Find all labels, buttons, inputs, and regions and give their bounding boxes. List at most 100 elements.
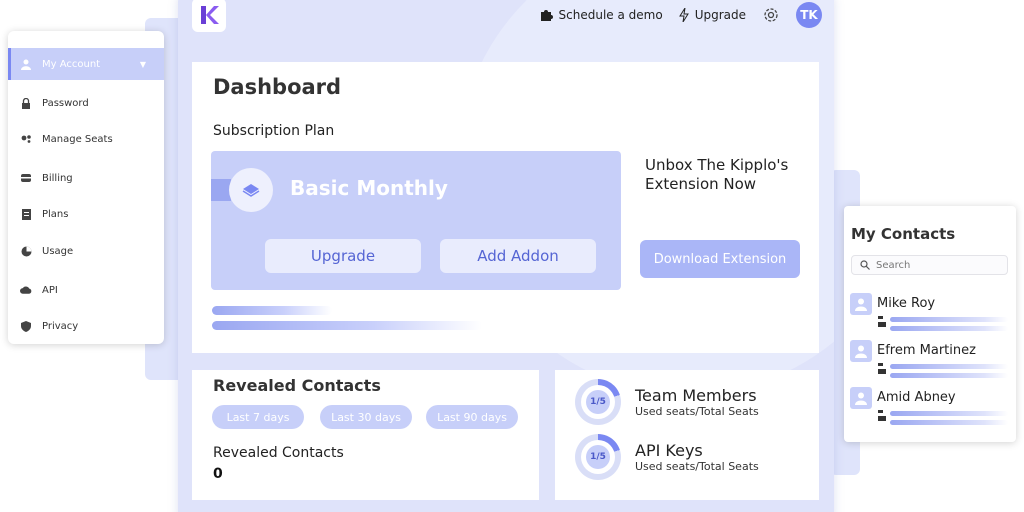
contact-detail-placeholder — [890, 317, 1008, 322]
dashboard-card: Dashboard Subscription Plan Basic Monthl… — [192, 62, 819, 353]
mail-icon — [878, 416, 886, 421]
api-keys-stat: 1/5 API Keys Used seats/Total Seats — [575, 434, 759, 480]
schedule-demo-label: Schedule a demo — [558, 8, 663, 22]
user-avatar[interactable]: TK — [796, 2, 822, 28]
revealed-count-label: Revealed Contacts — [213, 445, 344, 461]
contact-meta-icons — [878, 316, 887, 327]
contact-detail-placeholder — [890, 326, 1008, 331]
billing-icon — [20, 172, 32, 184]
revealed-count-value: 0 — [213, 466, 223, 482]
sidebar-item-label: Usage — [42, 245, 74, 257]
top-bar: Schedule a demo Upgrade TK — [539, 0, 822, 30]
contact-detail-placeholder — [890, 411, 1008, 416]
contact-item[interactable]: Mike Roy — [850, 293, 1010, 335]
contact-item[interactable]: Efrem Martinez — [850, 340, 1010, 382]
sidebar-item-billing[interactable]: Billing — [8, 162, 164, 194]
plan-name: Basic Monthly — [290, 176, 448, 200]
team-members-ring: 1/5 — [575, 379, 621, 425]
app-window: Schedule a demo Upgrade TK Dashboard Sub… — [178, 0, 834, 512]
my-contacts-panel: My Contacts Search Mike Roy Efrem Martin… — [844, 206, 1016, 442]
contact-meta-icons — [878, 363, 887, 374]
cloud-icon — [20, 284, 32, 296]
sidebar-item-password[interactable]: Password — [8, 87, 164, 119]
upgrade-label: Upgrade — [694, 8, 746, 22]
contact-detail-placeholder — [890, 364, 1008, 369]
contacts-title: My Contacts — [851, 225, 956, 243]
loading-placeholder-bar — [212, 306, 332, 315]
lightning-icon — [678, 8, 689, 22]
loading-placeholder-bar — [212, 321, 482, 330]
account-menu: My Account ▼ Password Manage Seats Billi… — [8, 31, 164, 344]
sidebar-item-label: Password — [42, 97, 89, 109]
sidebar-item-manage-seats[interactable]: Manage Seats — [8, 123, 164, 155]
add-addon-button[interactable]: Add Addon — [440, 239, 596, 273]
page-title: Dashboard — [213, 75, 342, 99]
api-keys-ring: 1/5 — [575, 434, 621, 480]
contact-detail-placeholder — [890, 373, 1008, 378]
api-keys-title: API Keys — [635, 440, 703, 460]
lock-icon — [20, 97, 32, 109]
upgrade-plan-button[interactable]: Upgrade — [265, 239, 421, 273]
user-icon — [20, 58, 32, 70]
team-members-subtitle: Used seats/Total Seats — [635, 404, 759, 418]
upgrade-link[interactable]: Upgrade — [678, 8, 746, 22]
download-extension-button[interactable]: Download Extension — [640, 240, 800, 278]
revealed-contacts-title: Revealed Contacts — [213, 376, 381, 395]
kipplo-logo-icon — [201, 6, 219, 24]
filter-last-30-days[interactable]: Last 30 days — [320, 405, 412, 429]
contact-avatar-icon — [850, 340, 872, 362]
sidebar-item-usage[interactable]: Usage — [8, 235, 164, 267]
sidebar-item-label: Plans — [42, 208, 69, 220]
contacts-search-input[interactable]: Search — [851, 255, 1008, 275]
sidebar-item-label: Billing — [42, 172, 73, 184]
seats-icon — [20, 133, 32, 145]
shield-icon — [20, 320, 32, 332]
plan-box: Basic Monthly Upgrade Add Addon — [211, 151, 621, 290]
contact-meta-icons — [878, 410, 887, 421]
filter-last-7-days[interactable]: Last 7 days — [212, 405, 304, 429]
sidebar-item-privacy[interactable]: Privacy — [8, 310, 164, 342]
sidebar-item-api[interactable]: API — [8, 274, 164, 306]
contact-avatar-icon — [850, 387, 872, 409]
sidebar-item-my-account[interactable]: My Account ▼ — [8, 48, 164, 80]
phone-icon — [878, 316, 883, 319]
mail-icon — [878, 322, 886, 327]
api-keys-ratio: 1/5 — [586, 445, 610, 469]
sidebar-item-label: My Account — [42, 58, 101, 70]
sidebar-item-label: API — [42, 284, 58, 296]
schedule-demo-link[interactable]: Schedule a demo — [539, 8, 663, 22]
team-members-title: Team Members — [635, 385, 757, 405]
team-members-stat: 1/5 Team Members Used seats/Total Seats — [575, 379, 759, 425]
contact-name: Efrem Martinez — [877, 343, 976, 358]
phone-icon — [878, 410, 883, 413]
chevron-down-icon: ▼ — [139, 59, 146, 69]
extension-promo-text: Unbox The Kipplo's Extension Now — [645, 156, 789, 193]
revealed-contacts-card: Revealed Contacts Last 7 days Last 30 da… — [192, 370, 539, 500]
contact-name: Amid Abney — [877, 390, 956, 405]
sidebar-item-plans[interactable]: Plans — [8, 198, 164, 230]
sidebar-item-label: Privacy — [42, 320, 79, 332]
contact-item[interactable]: Amid Abney — [850, 387, 1010, 429]
contact-detail-placeholder — [890, 420, 1008, 425]
contact-avatar-icon — [850, 293, 872, 315]
contact-name: Mike Roy — [877, 296, 936, 311]
sidebar-item-label: Manage Seats — [42, 133, 113, 145]
layers-icon — [242, 184, 260, 197]
plans-icon — [20, 208, 32, 220]
kipplo-logo[interactable] — [192, 0, 226, 32]
mail-icon — [878, 369, 886, 374]
settings-button[interactable] — [762, 6, 780, 24]
phone-icon — [878, 363, 883, 366]
gear-icon — [764, 8, 778, 22]
puzzle-icon — [540, 10, 553, 21]
search-icon — [860, 260, 870, 270]
search-placeholder: Search — [876, 259, 911, 271]
api-keys-subtitle: Used seats/Total Seats — [635, 459, 759, 473]
filter-last-90-days[interactable]: Last 90 days — [426, 405, 518, 429]
subscription-plan-label: Subscription Plan — [213, 123, 335, 139]
usage-stats-card: 1/5 Team Members Used seats/Total Seats … — [555, 370, 819, 500]
plan-stack-icon — [229, 168, 273, 212]
usage-icon — [20, 245, 32, 257]
team-members-ratio: 1/5 — [586, 390, 610, 414]
plan-tab-marker — [211, 179, 231, 201]
